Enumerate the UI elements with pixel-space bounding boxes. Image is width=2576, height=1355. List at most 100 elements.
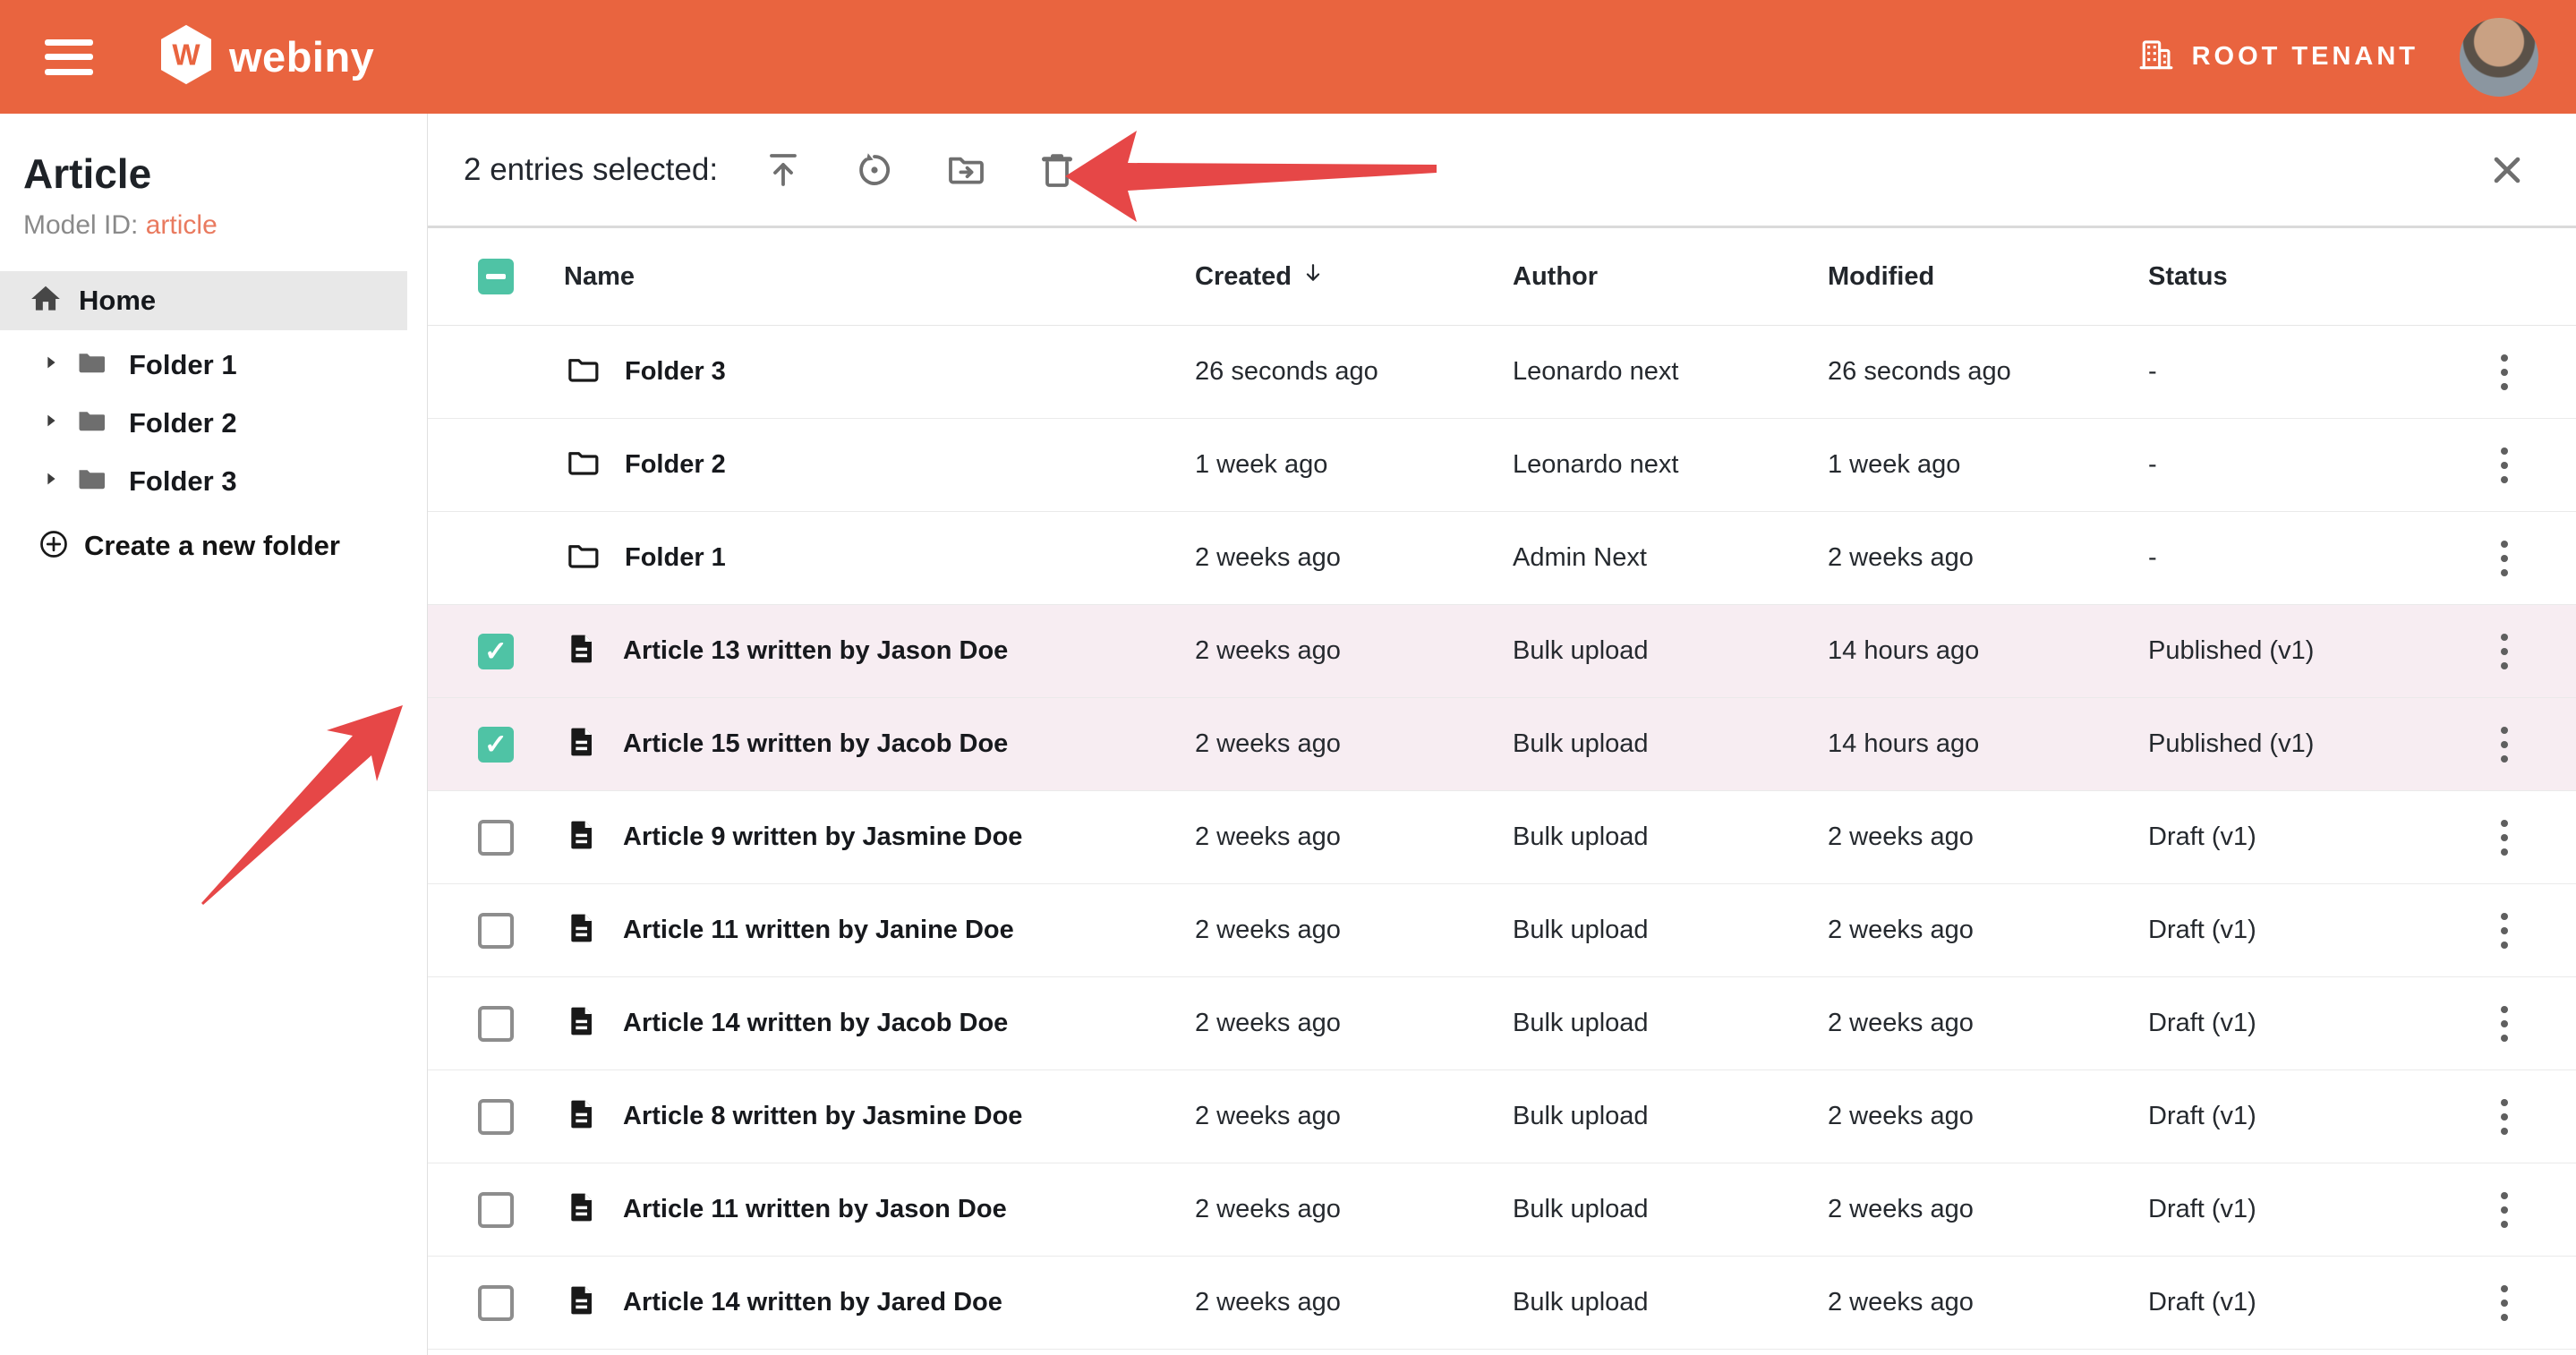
close-icon[interactable] [2485, 148, 2529, 192]
entry-created: 2 weeks ago [1195, 1009, 1513, 1038]
row-menu-button[interactable] [2494, 626, 2515, 677]
entry-status: Published (v1) [2148, 636, 2433, 666]
row-menu-button[interactable] [2494, 813, 2515, 863]
publish-button[interactable] [761, 148, 806, 192]
entry-created: 2 weeks ago [1195, 1102, 1513, 1131]
row-menu-button[interactable] [2494, 906, 2515, 956]
entry-name[interactable]: Folder 1 [625, 543, 726, 573]
entry-created: 2 weeks ago [1195, 916, 1513, 945]
table-row[interactable]: Folder 3 26 seconds ago Leonardo next 26… [428, 326, 2576, 419]
row-menu-button[interactable] [2494, 1092, 2515, 1142]
plus-circle-icon [38, 528, 70, 565]
document-icon [564, 629, 600, 673]
table-row[interactable]: Article 11 written by Janine Doe 2 weeks… [428, 884, 2576, 977]
table-row[interactable]: Article 9 written by Jasmine Doe 2 weeks… [428, 791, 2576, 884]
unpublish-button[interactable] [852, 148, 897, 192]
sort-descending-icon [1301, 260, 1326, 293]
chevron-right-icon[interactable] [41, 353, 61, 377]
sidebar-item-folder-2[interactable]: Folder 2 [0, 394, 427, 452]
selected-count-text: 2 entries selected: [464, 152, 718, 188]
entry-author: Bulk upload [1513, 822, 1828, 852]
entry-modified: 2 weeks ago [1828, 822, 2148, 852]
entry-name[interactable]: Article 14 written by Jared Doe [623, 1288, 1002, 1317]
row-menu-button[interactable] [2494, 533, 2515, 584]
delete-button[interactable] [1035, 148, 1079, 192]
select-all-checkbox[interactable] [478, 259, 514, 294]
row-menu-button[interactable] [2494, 999, 2515, 1049]
row-checkbox[interactable] [478, 634, 514, 669]
entry-created: 2 weeks ago [1195, 729, 1513, 759]
table-body: Folder 3 26 seconds ago Leonardo next 26… [428, 326, 2576, 1350]
chevron-right-icon[interactable] [41, 469, 61, 493]
row-menu-button[interactable] [2494, 1185, 2515, 1235]
column-header-author[interactable]: Author [1513, 262, 1598, 291]
entry-author: Bulk upload [1513, 1009, 1828, 1038]
sidebar-item-home[interactable]: Home [0, 271, 407, 330]
menu-icon[interactable] [45, 39, 93, 75]
svg-text:W: W [172, 38, 200, 72]
user-avatar[interactable] [2460, 18, 2538, 97]
entry-status: - [2148, 543, 2433, 573]
column-header-status[interactable]: Status [2148, 262, 2228, 291]
table-row[interactable]: Article 14 written by Jared Doe 2 weeks … [428, 1257, 2576, 1350]
row-menu-button[interactable] [2494, 1278, 2515, 1328]
row-menu-button[interactable] [2494, 720, 2515, 770]
entry-name[interactable]: Article 8 written by Jasmine Doe [623, 1102, 1022, 1131]
row-checkbox[interactable] [478, 1285, 514, 1321]
entry-name[interactable]: Article 15 written by Jacob Doe [623, 729, 1008, 759]
entry-modified: 2 weeks ago [1828, 916, 2148, 945]
entry-name[interactable]: Article 14 written by Jacob Doe [623, 1009, 1008, 1038]
entry-status: Draft (v1) [2148, 916, 2433, 945]
table-row[interactable]: Folder 2 1 week ago Leonardo next 1 week… [428, 419, 2576, 512]
entry-created: 2 weeks ago [1195, 1288, 1513, 1317]
entry-status: - [2148, 450, 2433, 480]
webiny-logo[interactable]: W webiny [158, 23, 374, 90]
row-checkbox[interactable] [478, 913, 514, 949]
entry-created: 2 weeks ago [1195, 822, 1513, 852]
entry-created: 2 weeks ago [1195, 543, 1513, 573]
sidebar-item-folder-3[interactable]: Folder 3 [0, 452, 427, 510]
content-area: 2 entries selected: [428, 114, 2576, 1355]
row-checkbox[interactable] [478, 1099, 514, 1135]
entry-name[interactable]: Article 9 written by Jasmine Doe [623, 822, 1022, 852]
entry-modified: 2 weeks ago [1828, 1102, 2148, 1131]
column-header-created[interactable]: Created [1195, 260, 1513, 293]
create-folder-button[interactable]: Create a new folder [0, 519, 427, 573]
move-to-folder-button[interactable] [943, 148, 988, 192]
home-icon [29, 282, 63, 320]
table-row[interactable]: Article 11 written by Jason Doe 2 weeks … [428, 1163, 2576, 1257]
row-menu-button[interactable] [2494, 347, 2515, 397]
entry-status: Draft (v1) [2148, 1009, 2433, 1038]
row-menu-button[interactable] [2494, 440, 2515, 490]
entry-name[interactable]: Folder 3 [625, 357, 726, 387]
row-checkbox[interactable] [478, 1192, 514, 1228]
row-checkbox[interactable] [478, 1006, 514, 1042]
entry-created: 2 weeks ago [1195, 1195, 1513, 1224]
entry-name[interactable]: Folder 2 [625, 450, 726, 480]
entry-modified: 2 weeks ago [1828, 1288, 2148, 1317]
entry-status: Draft (v1) [2148, 1288, 2433, 1317]
column-header-modified[interactable]: Modified [1828, 262, 1934, 291]
entry-created: 26 seconds ago [1195, 357, 1513, 387]
column-header-name[interactable]: Name [564, 262, 635, 292]
sidebar: Article Model ID: article Home Folder 1 [0, 114, 428, 1355]
building-icon [2137, 35, 2176, 79]
top-bar: W webiny ROOT TENANT [0, 0, 2576, 114]
entry-name[interactable]: Article 11 written by Janine Doe [623, 916, 1014, 945]
chevron-right-icon[interactable] [41, 411, 61, 435]
row-checkbox[interactable] [478, 727, 514, 763]
table-row[interactable]: Article 13 written by Jason Doe 2 weeks … [428, 605, 2576, 698]
table-row[interactable]: Article 8 written by Jasmine Doe 2 weeks… [428, 1070, 2576, 1163]
model-id-link[interactable]: article [146, 210, 218, 240]
row-checkbox[interactable] [478, 820, 514, 856]
table-row[interactable]: Article 14 written by Jacob Doe 2 weeks … [428, 977, 2576, 1070]
table-row[interactable]: Folder 1 2 weeks ago Admin Next 2 weeks … [428, 512, 2576, 605]
folder-icon [73, 463, 109, 499]
entry-name[interactable]: Article 13 written by Jason Doe [623, 636, 1008, 666]
table-row[interactable]: Article 15 written by Jacob Doe 2 weeks … [428, 698, 2576, 791]
sidebar-item-folder-1[interactable]: Folder 1 [0, 336, 427, 394]
tenant-name: ROOT TENANT [2192, 42, 2418, 72]
tenant-selector[interactable]: ROOT TENANT [2137, 35, 2418, 79]
document-icon [564, 1001, 600, 1045]
entry-name[interactable]: Article 11 written by Jason Doe [623, 1195, 1007, 1224]
